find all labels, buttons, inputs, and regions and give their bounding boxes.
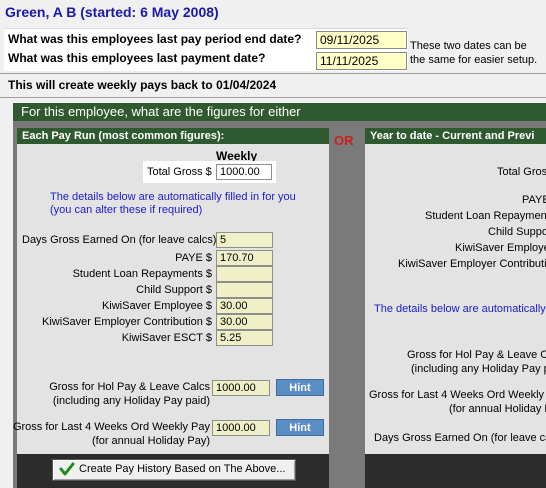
child-support-label: Child Support $ bbox=[136, 284, 212, 296]
total-gross-label: Total Gross $ bbox=[147, 166, 212, 178]
right-button-strip bbox=[365, 454, 546, 488]
hol-pay-label-line2: (including any Holiday Pay paid) bbox=[52, 395, 210, 407]
weekly-pays-info: This will create weekly pays back to 01/… bbox=[8, 78, 277, 92]
last4-weeks-label-line2: (for annual Holiday Pay) bbox=[91, 435, 210, 447]
kiwisaver-employee-label: KiwiSaver Employee $ bbox=[101, 300, 212, 312]
ytd-hol-pay-label-line1: Gross for Hol Pay & Leave Calc bbox=[407, 349, 546, 361]
hol-pay-field[interactable]: 1000.00 bbox=[212, 380, 270, 396]
ytd-kiwisaver-employer-label: KiwiSaver Employer Contributio bbox=[398, 258, 546, 270]
hol-pay-label-line1: Gross for Hol Pay & Leave Calcs bbox=[49, 381, 210, 393]
ytd-hol-pay-label-line2: (including any Holiday Pay pa bbox=[411, 363, 546, 375]
days-gross-field[interactable]: 5 bbox=[216, 232, 273, 248]
kiwisaver-employer-field[interactable]: 30.00 bbox=[216, 314, 273, 330]
auto-fill-note-line1: The details below are automatically fill… bbox=[50, 191, 296, 203]
hol-pay-hint-button[interactable]: Hint bbox=[276, 379, 324, 396]
payment-date-field[interactable]: 11/11/2025 bbox=[316, 52, 407, 70]
last4-weeks-field[interactable]: 1000.00 bbox=[212, 420, 270, 436]
create-pay-history-label: Create Pay History Based on The Above... bbox=[79, 463, 286, 475]
separator bbox=[0, 97, 546, 98]
total-gross-field[interactable]: 1000.00 bbox=[216, 164, 272, 180]
student-loan-label: Student Loan Repayments $ bbox=[72, 268, 212, 280]
end-date-label: What was this employees last pay period … bbox=[8, 32, 302, 46]
dates-note-line2: the same for easier setup. bbox=[410, 54, 538, 66]
child-support-field[interactable] bbox=[216, 282, 273, 298]
ytd-days-gross-label: Days Gross Earned On (for leave calc bbox=[374, 432, 546, 444]
employee-title: Green, A B (started: 6 May 2008) bbox=[5, 4, 219, 20]
days-gross-label: Days Gross Earned On (for leave calcs) bbox=[22, 234, 217, 246]
end-date-field[interactable]: 09/11/2025 bbox=[316, 31, 407, 49]
each-pay-run-header: Each Pay Run (most common figures): bbox=[17, 128, 329, 144]
create-pay-history-button[interactable]: Create Pay History Based on The Above... bbox=[52, 459, 296, 481]
auto-fill-note-line2: (you can alter these if required) bbox=[50, 204, 203, 216]
payment-date-label: What was this employees last payment dat… bbox=[8, 51, 266, 65]
kiwisaver-employer-label: KiwiSaver Employer Contribution $ bbox=[42, 316, 212, 328]
ytd-student-loan-label: Student Loan Repayment bbox=[425, 210, 546, 222]
paye-field[interactable]: 170.70 bbox=[216, 250, 273, 266]
ytd-paye-label: PAYE bbox=[522, 194, 546, 206]
year-to-date-header: Year to date - Current and Previ bbox=[365, 128, 546, 144]
separator bbox=[0, 73, 546, 74]
dates-note-line1: These two dates can be bbox=[410, 40, 527, 52]
ytd-kiwisaver-employee-label: KiwiSaver Employe bbox=[455, 242, 546, 254]
ytd-total-gross-label: Total Gros bbox=[497, 166, 546, 178]
ytd-auto-fill-note: The details below are automatically f bbox=[374, 303, 546, 315]
or-label: OR bbox=[334, 133, 354, 148]
student-loan-field[interactable] bbox=[216, 266, 273, 282]
ytd-last4-label-line2: (for annual Holiday P bbox=[449, 403, 546, 415]
kiwisaver-esct-label: KiwiSaver ESCT $ bbox=[121, 332, 212, 344]
paye-label: PAYE $ bbox=[175, 252, 212, 264]
ytd-last4-label-line1: Gross for Last 4 Weeks Ord Weekly P bbox=[369, 389, 546, 401]
ytd-child-support-label: Child Suppo bbox=[488, 226, 546, 238]
figures-band: For this employee, what are the figures … bbox=[13, 103, 546, 121]
kiwisaver-employee-field[interactable]: 30.00 bbox=[216, 298, 273, 314]
kiwisaver-esct-field[interactable]: 5.25 bbox=[216, 330, 273, 346]
last4-weeks-hint-button[interactable]: Hint bbox=[276, 419, 324, 436]
checkmark-icon bbox=[59, 462, 75, 476]
last4-weeks-label-line1: Gross for Last 4 Weeks Ord Weekly Pay bbox=[12, 421, 210, 433]
